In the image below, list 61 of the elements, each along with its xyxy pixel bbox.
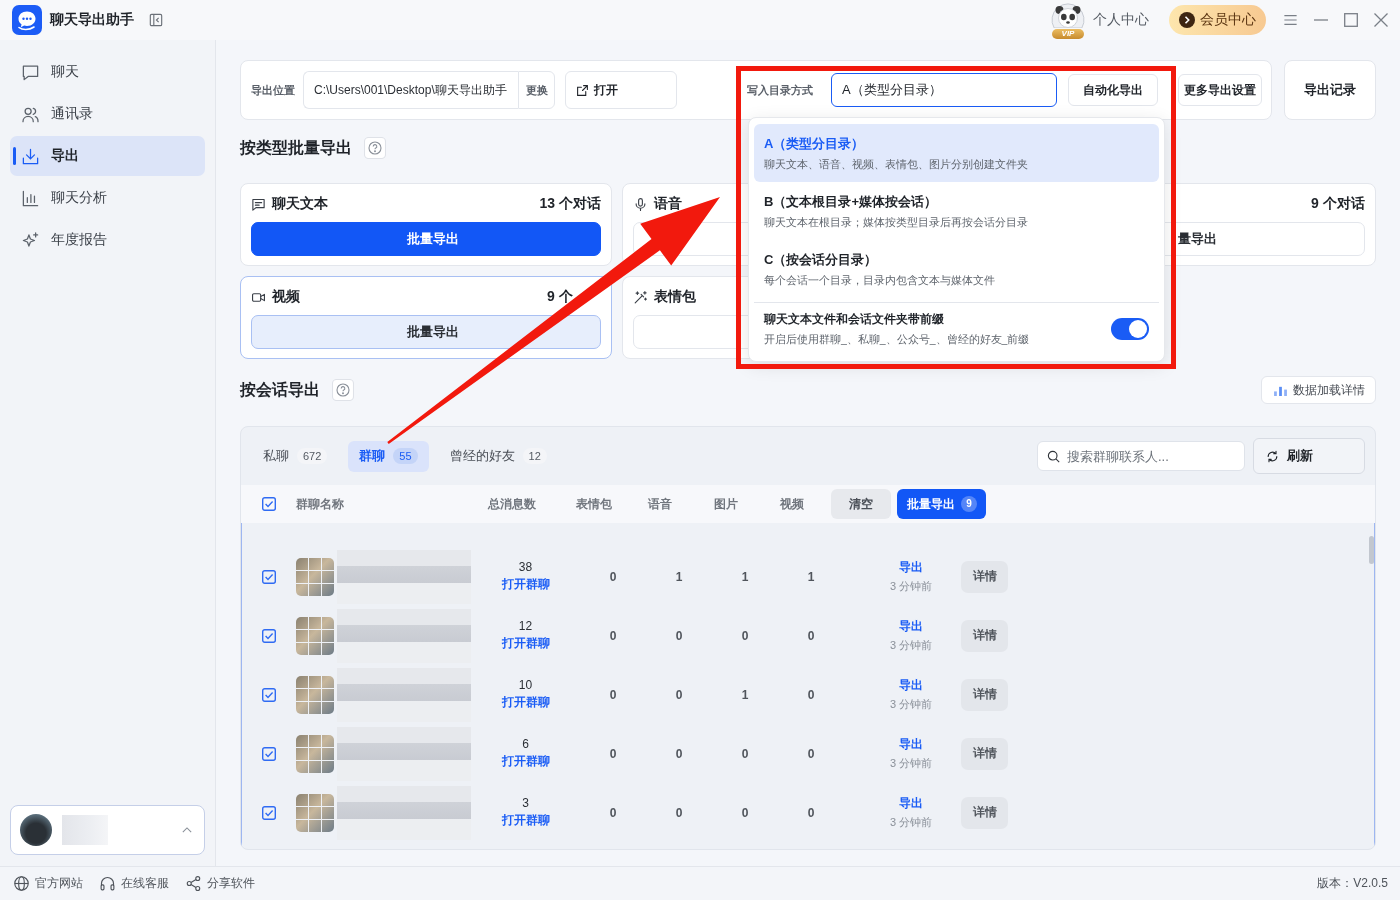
conversation-count: 9 个 bbox=[547, 288, 574, 306]
export-time: 3 分钟前 bbox=[889, 579, 933, 594]
table-cell-text: 0 bbox=[806, 687, 816, 702]
table-cell-text: 1 bbox=[740, 687, 750, 702]
message-count: 3 bbox=[522, 796, 529, 810]
table-cell-text: 0 bbox=[740, 805, 750, 820]
column-header: 语音 bbox=[647, 495, 673, 513]
card-title: 语音 bbox=[654, 195, 682, 213]
table-cell-text: 1 bbox=[806, 569, 816, 584]
table-cell-text: 1 bbox=[740, 569, 750, 584]
option-title: A（类型分目录） bbox=[764, 134, 865, 153]
version-label: 版本：V2.0.5 bbox=[1317, 875, 1388, 892]
count-badge: 55 bbox=[393, 448, 418, 464]
table-cell-text: 0 bbox=[674, 628, 684, 643]
column-header: 群聊名称 bbox=[296, 495, 345, 513]
message-count: 12 bbox=[518, 619, 533, 633]
export-time: 3 分钟前 bbox=[889, 756, 933, 771]
card-title: 聊天文本 bbox=[272, 195, 328, 213]
table-cell-text: 0 bbox=[608, 687, 618, 702]
conversation-count: 9 个对话 bbox=[1311, 195, 1365, 213]
card-title: 表情包 bbox=[654, 288, 696, 306]
table-cell-text: 0 bbox=[608, 746, 618, 761]
section-title: 按会话导出 bbox=[240, 379, 320, 400]
count-badge: 9 bbox=[961, 496, 977, 512]
column-header: 图片 bbox=[713, 495, 739, 513]
table-cell-text: 0 bbox=[740, 628, 750, 643]
table-cell-text: 0 bbox=[806, 628, 816, 643]
conversation-count: 13 个对话 bbox=[539, 195, 601, 213]
table-cell-text: 0 bbox=[608, 805, 618, 820]
export-location-label: 导出位置 bbox=[251, 82, 295, 98]
table-cell-text: 0 bbox=[740, 746, 750, 761]
directory-mode-label: 写入目录方式 bbox=[747, 82, 813, 98]
column-header: 视频 bbox=[779, 495, 805, 513]
table-cell-text: 0 bbox=[674, 805, 684, 820]
section-title: 按类型批量导出 bbox=[240, 137, 352, 158]
table-cell-text: 0 bbox=[608, 569, 618, 584]
table-cell-text: 0 bbox=[674, 746, 684, 761]
card-title: 视频 bbox=[272, 288, 300, 306]
toggle-label: 聊天文本文件和会话文件夹带前缀 bbox=[764, 311, 944, 328]
option-description: 聊天文本、语音、视频、表情包、图片分别创建文件夹 bbox=[764, 157, 1028, 172]
table-cell-text: 0 bbox=[608, 628, 618, 643]
table-cell-text: 0 bbox=[674, 687, 684, 702]
table-cell-text: 0 bbox=[806, 805, 816, 820]
message-count: 38 bbox=[518, 560, 533, 574]
export-time: 3 分钟前 bbox=[889, 815, 933, 830]
app-title: 聊天导出助手 bbox=[50, 11, 134, 29]
export-time: 3 分钟前 bbox=[889, 697, 933, 712]
column-header: 总消息数 bbox=[486, 495, 537, 513]
table-cell-text: 1 bbox=[674, 569, 684, 584]
column-header: 表情包 bbox=[575, 495, 613, 513]
option-description: 每个会话一个目录，目录内包含文本与媒体文件 bbox=[764, 273, 995, 288]
count-badge: 12 bbox=[522, 448, 547, 464]
table-cell-text: 0 bbox=[806, 746, 816, 761]
option-title: B（文本根目录+媒体按会话） bbox=[764, 192, 937, 211]
toggle-description: 开启后使用群聊_、私聊_、公众号_、曾经的好友_前缀 bbox=[764, 333, 1030, 347]
count-badge: 672 bbox=[297, 448, 328, 464]
message-count: 6 bbox=[522, 737, 529, 751]
export-time: 3 分钟前 bbox=[889, 638, 933, 653]
option-title: C（按会话分目录） bbox=[764, 250, 878, 269]
vip-badge: VIP bbox=[1052, 28, 1084, 39]
message-count: 10 bbox=[518, 678, 533, 692]
